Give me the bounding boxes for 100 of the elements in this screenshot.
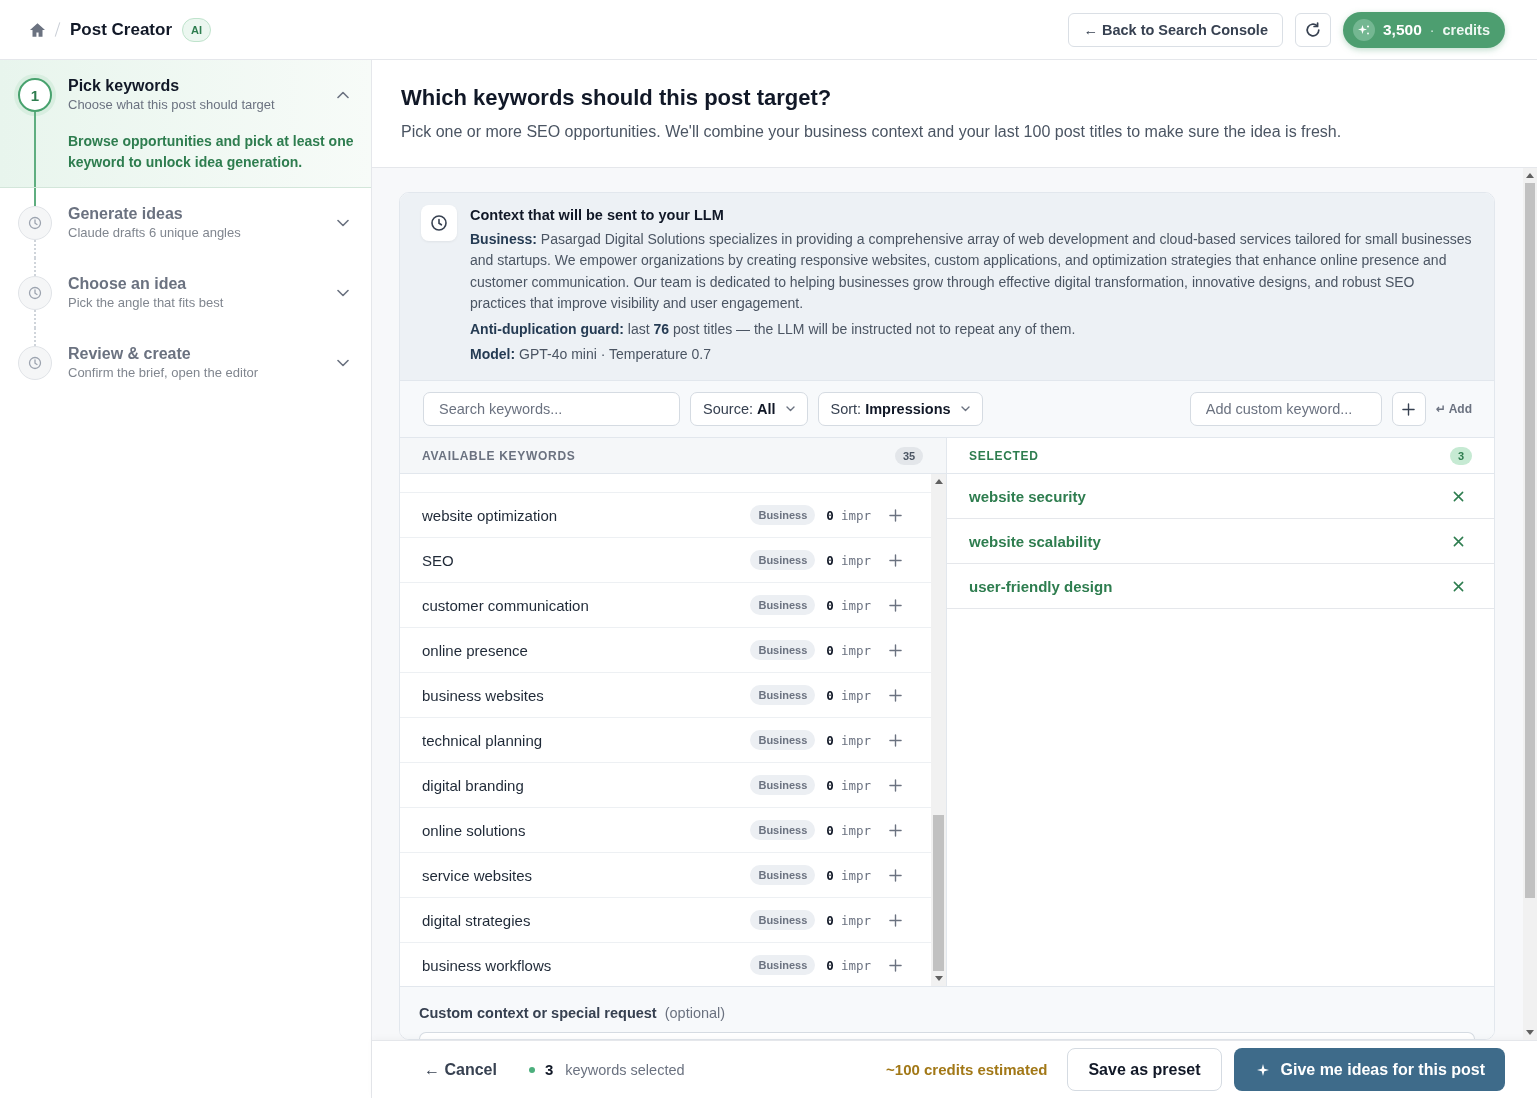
plus-icon[interactable] — [889, 733, 902, 747]
selected-keyword: website security — [969, 487, 1086, 505]
cancel-button[interactable]: ← Cancel — [424, 1060, 497, 1079]
chevron-down-icon — [960, 406, 970, 413]
step-title: Review & create — [68, 344, 192, 364]
impressions-unit: impr — [840, 507, 871, 523]
source-tag: Business — [750, 910, 816, 931]
plus-icon[interactable] — [889, 778, 902, 792]
clock-icon — [421, 205, 457, 241]
custom-context-field[interactable] — [419, 1032, 1475, 1040]
scrollbar-thumb[interactable] — [1525, 183, 1535, 898]
step-title: Generate ideas — [68, 204, 184, 224]
impressions-unit: impr — [840, 687, 871, 703]
count-badge: 3 — [1450, 446, 1472, 465]
step-subtitle: Pick the angle that fits best — [68, 294, 225, 312]
credits-separator: · — [1429, 21, 1435, 38]
step-number: 1 — [18, 78, 52, 112]
back-button[interactable]: ← Back to Search Console — [1068, 12, 1283, 47]
context-line: Anti-duplication guard: last 76 post titles — the LLM will be instructed not to repeat any of them. — [470, 319, 1077, 339]
clock-icon — [18, 206, 52, 240]
scroll-up-arrow-icon[interactable] — [934, 479, 943, 485]
impressions-unit: impr — [840, 552, 871, 568]
impressions-count: 0 — [826, 957, 834, 973]
filter-dropdown[interactable]: Sort: Impressions — [817, 392, 983, 427]
search-field[interactable]: Search keywords... — [423, 392, 680, 427]
sparkle-icon — [1352, 18, 1375, 41]
impressions-unit: impr — [840, 732, 871, 748]
impressions-unit: impr — [840, 867, 871, 883]
close-icon[interactable] — [1453, 490, 1464, 502]
plus-icon[interactable] — [889, 823, 902, 837]
refresh-button[interactable] — [1294, 12, 1331, 47]
context-title: Context that will be sent to your LLM — [470, 206, 725, 225]
filter-dropdown[interactable]: Source: All — [690, 392, 808, 427]
keyword-name: service websites — [422, 866, 534, 884]
step-item[interactable]: Choose an idea Pick the angle that fits best — [0, 258, 371, 328]
step-description: Browse opportunities and pick at least one keyword to unlock idea generation. — [68, 132, 355, 172]
source-tag: Business — [750, 865, 816, 886]
source-tag: Business — [750, 595, 816, 616]
source-tag: Business — [750, 505, 816, 526]
keyword-name: customer communication — [422, 596, 590, 614]
clock-icon — [18, 276, 52, 310]
source-tag: Business — [750, 550, 816, 571]
impressions-count: 0 — [826, 732, 834, 748]
refresh-icon — [1304, 21, 1321, 38]
custom-keyword-field[interactable]: Add custom keyword... — [1189, 392, 1382, 427]
chevron-down-icon[interactable] — [337, 359, 349, 367]
chevron-up-icon[interactable] — [337, 91, 349, 99]
scrollbar[interactable] — [931, 474, 946, 987]
plus-icon[interactable] — [889, 958, 902, 972]
impressions-count: 0 — [826, 777, 834, 793]
plus-icon[interactable] — [889, 688, 902, 702]
plus-icon[interactable] — [889, 508, 902, 522]
credits-amount: 3,500 — [1382, 20, 1422, 39]
step-item[interactable]: Review & create Confirm the brief, open the editor — [0, 328, 371, 398]
source-tag: Business — [750, 640, 816, 661]
source-tag: Business — [750, 820, 816, 841]
scroll-down-arrow-icon[interactable] — [934, 976, 943, 982]
clock-icon — [18, 346, 52, 380]
count-badge: 35 — [895, 446, 923, 465]
impressions-count: 0 — [826, 597, 834, 613]
status-dot-icon — [528, 1066, 535, 1073]
custom-context-label: Custom context or special request — [419, 1005, 657, 1022]
impressions-count: 0 — [826, 507, 834, 523]
plus-icon[interactable] — [889, 598, 902, 612]
chevron-down-icon[interactable] — [337, 219, 349, 227]
source-tag: Business — [750, 955, 816, 976]
column-title: SELECTED — [969, 448, 1039, 463]
impressions-unit: impr — [840, 597, 871, 613]
context-line: Business: Pasargad Digital Solutions specializes in providing a comprehensive array of web development and cloud-based services tailored for small businesses and startups. We empower organizations by creating responsive websites, custom applications, and optimization strategies that enhance online presence and customer communication. Our team is dedicated to helping businesses grow through effective digital transformation, innovative designs, and robust SEO practices that improve visibility and user engagement. — [470, 230, 1472, 314]
generate-ideas-button[interactable]: Give me ideas for this post — [1233, 1048, 1505, 1091]
chevron-down-icon — [785, 406, 795, 413]
keyword-name: SEO — [422, 551, 455, 569]
step-item[interactable]: Generate ideas Claude drafts 6 unique angles — [0, 188, 371, 258]
plus-icon[interactable] — [889, 913, 902, 927]
keyword-name: website optimization — [422, 506, 559, 524]
close-icon[interactable] — [1453, 580, 1464, 592]
selected-keyword: website scalability — [969, 532, 1101, 550]
step-title: Pick keywords — [68, 76, 181, 96]
plus-icon[interactable] — [1402, 402, 1416, 416]
plus-icon[interactable] — [889, 868, 902, 882]
scrollbar-thumb[interactable] — [933, 815, 944, 972]
impressions-unit: impr — [840, 822, 871, 838]
impressions-unit: impr — [840, 957, 871, 973]
step-item[interactable]: 1 Pick keywords Choose what this post should target Browse opportunities and pick at least one keyword to unlock idea generation. — [0, 60, 371, 188]
save-preset-button[interactable]: Save as preset — [1067, 1048, 1222, 1091]
plus-icon[interactable] — [889, 553, 902, 567]
plus-icon[interactable] — [889, 643, 902, 657]
step-subtitle: Claude drafts 6 unique angles — [68, 224, 242, 242]
keyword-name: business workflows — [422, 956, 553, 974]
scrollbar[interactable] — [1523, 168, 1537, 1040]
add-hint: ↵ Add — [1435, 402, 1472, 417]
page-description: Pick one or more SEO opportunities. We'll combine your business context and your last 100 post titles to make sure the idea is fresh. — [401, 122, 1343, 142]
page-heading: Which keywords should this post target? — [401, 84, 833, 112]
close-icon[interactable] — [1453, 535, 1464, 547]
credits-estimate: ~100 credits estimated — [886, 1061, 1048, 1078]
ai-badge: AI — [182, 17, 212, 42]
scroll-down-arrow-icon[interactable] — [1526, 1030, 1534, 1035]
scroll-up-arrow-icon[interactable] — [1526, 173, 1534, 178]
home-icon[interactable] — [30, 22, 45, 37]
chevron-down-icon[interactable] — [337, 289, 349, 297]
